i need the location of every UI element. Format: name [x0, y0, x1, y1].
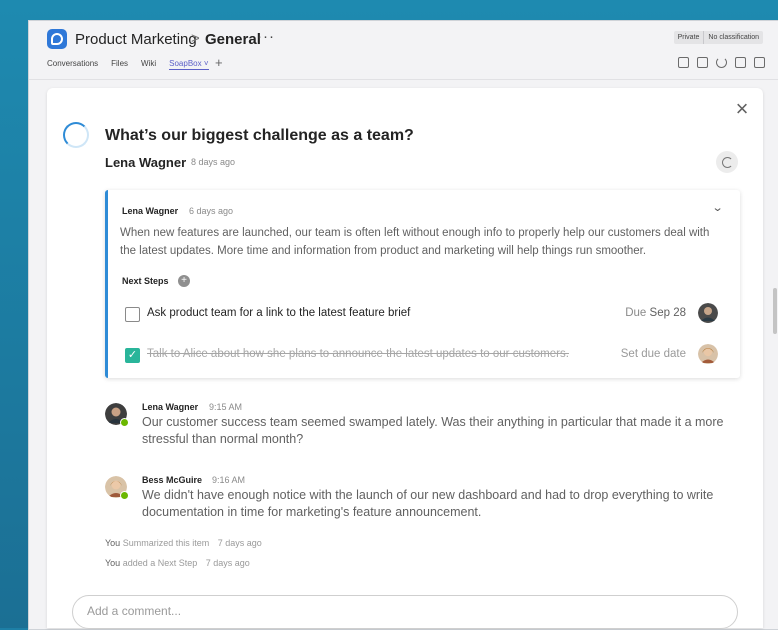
header-toolbar — [678, 57, 765, 68]
comment-composer — [72, 595, 738, 629]
activity-time: 7 days ago — [205, 558, 250, 568]
channel-header: Product Marketing > General ··· Private … — [29, 21, 778, 80]
team-name[interactable]: Product Marketing — [75, 31, 197, 48]
progress-ring-icon — [63, 122, 89, 148]
set-due-date-link[interactable]: Set due date — [621, 348, 686, 360]
task-text[interactable]: Ask product team for a link to the lates… — [147, 307, 410, 319]
private-badge: Private — [677, 34, 700, 41]
question-time: 8 days ago — [191, 157, 236, 167]
task-checkbox[interactable] — [125, 307, 140, 322]
comment-text: Our customer success team seemed swamped… — [142, 415, 724, 446]
chevron-down-icon[interactable]: ⌄ — [712, 201, 724, 214]
classification-badge: No classification — [703, 31, 763, 44]
summary-body: When new features are launched, our team… — [120, 227, 710, 257]
summary-author: Lena Wagner — [122, 206, 179, 216]
tab-conversations[interactable]: Conversations — [47, 59, 98, 70]
conversation-icon[interactable] — [678, 57, 689, 68]
next-step-item: ✓ Talk to Alice about how she plans to a… — [122, 344, 726, 365]
activity-time: 7 days ago — [217, 538, 262, 548]
due-prefix: Due — [625, 307, 647, 319]
presence-indicator-icon — [120, 491, 129, 500]
summary-time: 6 days ago — [189, 206, 234, 216]
more-icon[interactable] — [754, 57, 765, 68]
assignee-avatar[interactable] — [698, 303, 718, 323]
refresh-icon — [721, 156, 733, 168]
next-step-item: Ask product team for a link to the lates… — [122, 303, 726, 324]
close-icon[interactable]: × — [734, 98, 750, 120]
tab-wiki[interactable]: Wiki — [141, 59, 156, 70]
scrollbar-thumb[interactable] — [773, 288, 777, 334]
comment-time: 9:15 AM — [209, 402, 243, 412]
channel-tabs: Conversations Files Wiki SoapBox ˅ — [47, 59, 209, 70]
activity-actor: You — [105, 538, 121, 548]
task-due-date[interactable]: Due Sep 28 — [625, 307, 686, 319]
comment-time: 9:16 AM — [212, 475, 246, 485]
task-text[interactable]: Talk to Alice about how she plans to ann… — [147, 348, 569, 360]
question-title: What’s our biggest challenge as a team? — [105, 127, 414, 144]
add-next-step-icon[interactable]: + — [178, 275, 190, 287]
activity-action: added a Next Step — [122, 558, 198, 568]
tab-files[interactable]: Files — [111, 59, 128, 70]
soapbox-item-panel: × What’s our biggest challenge as a team… — [47, 88, 763, 629]
next-steps-label: Next Steps — [122, 276, 169, 286]
activity-actor: You — [105, 558, 121, 568]
classification-badges: Private No classification — [673, 31, 763, 44]
assignee-avatar[interactable] — [698, 344, 718, 364]
refresh-button[interactable] — [716, 151, 738, 173]
comment-input[interactable] — [85, 603, 709, 619]
due-date: Sep 28 — [649, 307, 686, 319]
expand-icon[interactable] — [697, 57, 708, 68]
activity-action: Summarized this item — [122, 538, 210, 548]
comment-author: Bess McGuire — [142, 475, 203, 485]
breadcrumb-separator-icon: > — [191, 30, 200, 47]
comment-author: Lena Wagner — [142, 402, 199, 412]
summary-card: Lena Wagner 6 days ago ⌄ When new featur… — [105, 190, 740, 378]
task-checkbox-checked[interactable]: ✓ — [125, 348, 140, 363]
app-logo-icon — [47, 29, 67, 49]
add-tab-icon[interactable]: + — [215, 55, 223, 70]
activity-entry: You Summarized this item 7 days ago — [105, 538, 262, 548]
tab-soapbox[interactable]: SoapBox ˅ — [169, 59, 209, 70]
presence-indicator-icon — [120, 418, 129, 427]
question-author: Lena Wagner — [105, 155, 187, 170]
popout-icon[interactable] — [735, 57, 746, 68]
refresh-icon[interactable] — [716, 57, 727, 68]
channel-name[interactable]: General — [205, 31, 261, 48]
activity-entry: You added a Next Step 7 days ago — [105, 558, 250, 568]
more-options-icon[interactable]: ··· — [257, 28, 275, 45]
comment-text: We didn't have enough notice with the la… — [142, 488, 714, 519]
